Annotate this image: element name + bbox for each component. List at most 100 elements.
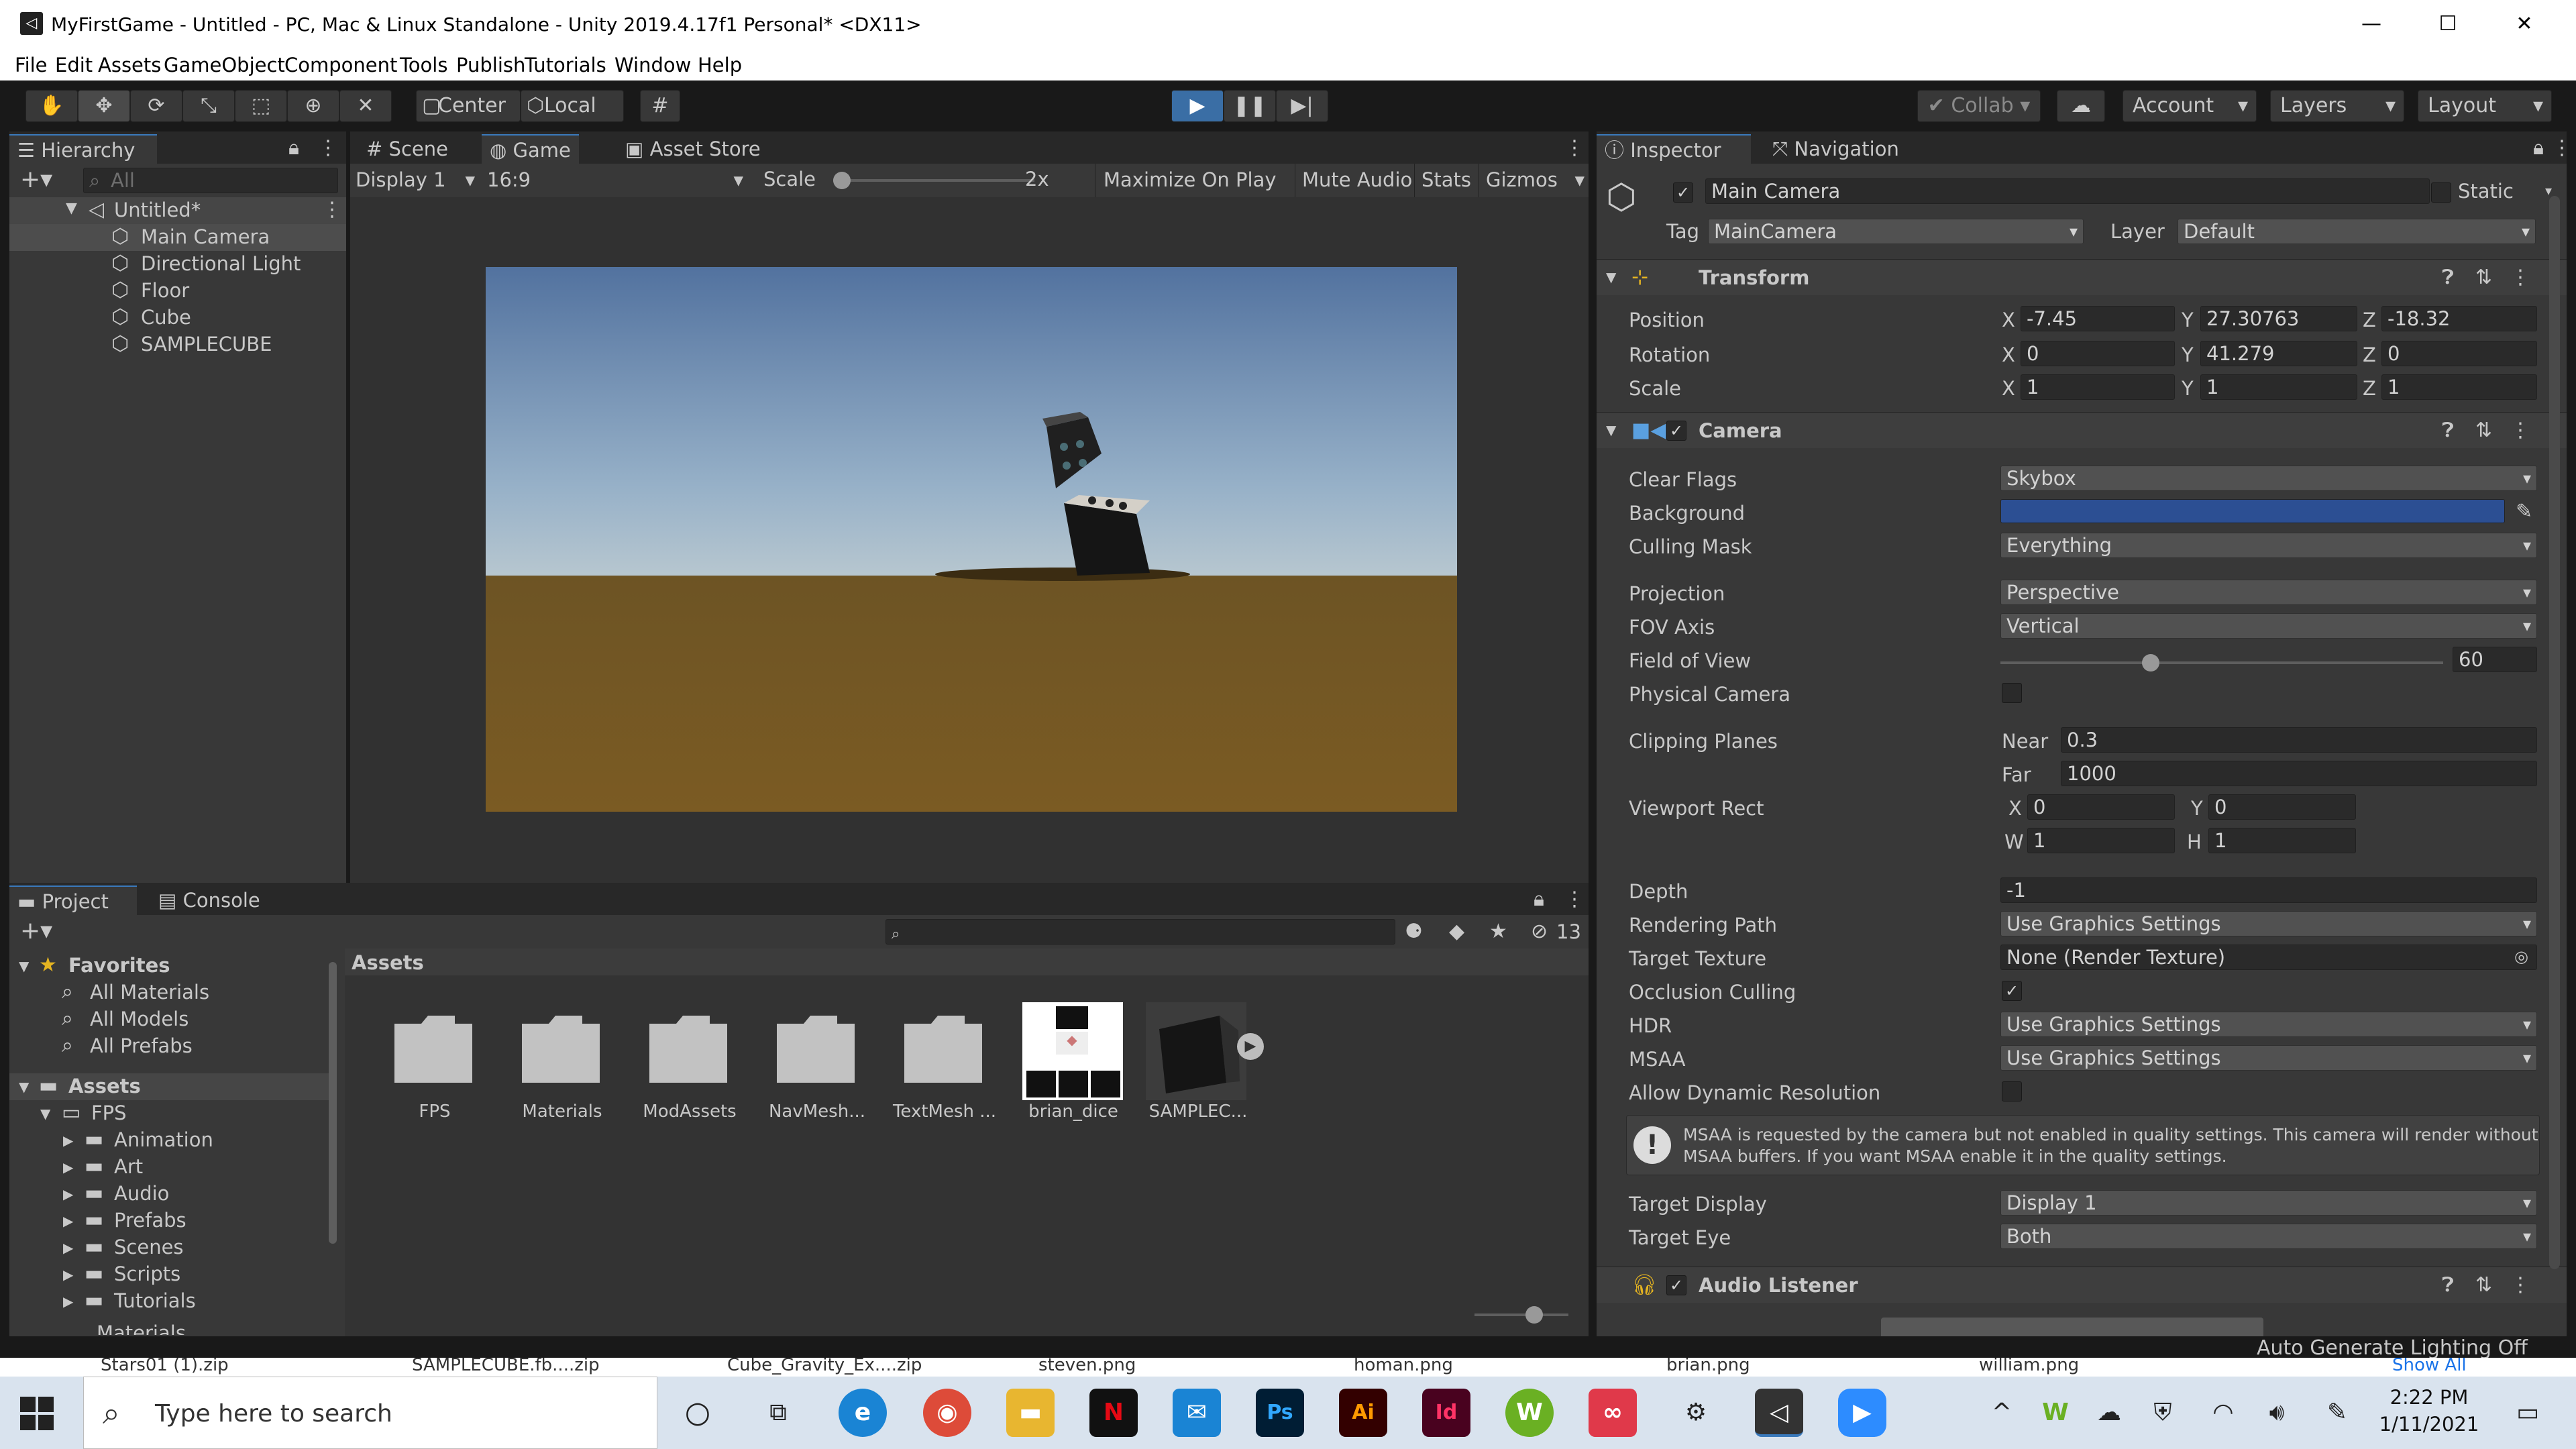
security-icon[interactable]: ⛨	[2147, 1389, 2179, 1437]
volume-icon[interactable]: 🔊︎	[2261, 1389, 2293, 1437]
edge-icon[interactable]: e	[839, 1389, 887, 1437]
far-input[interactable]: 1000	[2061, 761, 2537, 786]
menu-window[interactable]: Window	[614, 54, 691, 76]
asset-samplecube[interactable]: ▶ SAMPLEC...	[1138, 1002, 1264, 1136]
taskbar-clock[interactable]: 2:22 PM 1/11/2021	[2365, 1382, 2493, 1444]
hierarchy-item-directional-light[interactable]: ⬡ Directional Light	[9, 251, 346, 278]
display-dropdown[interactable]: Display 1 ▾	[350, 164, 482, 197]
tab-navigation[interactable]: ⤧ Navigation	[1764, 134, 1907, 164]
scene-row[interactable]: ▼ ◁ Untitled* ⋮	[9, 197, 346, 224]
grid-snap-button[interactable]: #	[640, 90, 680, 122]
menu-component[interactable]: Component	[284, 54, 397, 76]
lock-icon[interactable]: 🔒︎	[1534, 890, 1544, 910]
component-menu-icon[interactable]: ⋮	[2510, 421, 2530, 441]
icon-size-slider[interactable]	[1474, 1306, 1568, 1324]
object-name-input[interactable]: Main Camera	[1705, 178, 2430, 204]
scale-slider-handle[interactable]	[833, 172, 851, 189]
netflix-icon[interactable]: N	[1089, 1389, 1138, 1437]
favorite-all-prefabs[interactable]: All Prefabs	[90, 1034, 193, 1057]
show-all-link[interactable]: Show All	[2392, 1358, 2467, 1375]
asset-navmesh[interactable]: NavMesh...	[763, 1002, 871, 1136]
folder-materials-partial[interactable]: Materials	[97, 1322, 186, 1335]
download-item[interactable]: SAMPLECUBE.fb....zip	[412, 1358, 600, 1375]
scale-y[interactable]: 1	[2200, 374, 2357, 400]
folder-audio[interactable]: Audio	[114, 1182, 169, 1205]
close-button[interactable]: ✕	[2487, 5, 2561, 43]
menu-assets[interactable]: Assets	[98, 54, 161, 76]
preset-icon[interactable]: ⇅	[2475, 1275, 2492, 1295]
collapsed-arrow-icon[interactable]: ▶	[63, 1214, 73, 1228]
help-icon[interactable]: ❓︎	[2442, 268, 2454, 288]
rendering-path-dropdown[interactable]: Use Graphics Settings	[2000, 911, 2537, 936]
transform-header[interactable]: ▼ ⊹ Transform ❓︎ ⇅ ⋮	[1597, 259, 2567, 295]
audio-listener-checkbox[interactable]: ✓	[1666, 1275, 1686, 1295]
download-item[interactable]: steven.png	[1038, 1358, 1136, 1375]
panel-menu-icon[interactable]: ⋮	[2552, 138, 2567, 158]
viewport-y[interactable]: 0	[2208, 794, 2356, 820]
photoshop-icon[interactable]: Ps	[1256, 1389, 1304, 1437]
pause-button[interactable]: ❚❚	[1224, 90, 1276, 122]
unity-taskbar-icon[interactable]: ◁	[1755, 1389, 1803, 1437]
background-color-swatch[interactable]	[2000, 499, 2505, 523]
collapsed-arrow-icon[interactable]: ▶	[63, 1295, 73, 1308]
tab-scene[interactable]: # Scene	[358, 134, 456, 164]
create-add-icon[interactable]: +▾	[20, 168, 52, 192]
position-x[interactable]: -7.45	[2021, 306, 2175, 331]
folder-scenes[interactable]: Scenes	[114, 1236, 184, 1258]
foldout-arrow-icon[interactable]: ▼	[1606, 270, 1616, 284]
collapsed-arrow-icon[interactable]: ▶	[63, 1241, 73, 1254]
viewport-w[interactable]: 1	[2027, 828, 2175, 853]
breadcrumb-assets[interactable]: Assets	[352, 951, 424, 974]
viewport-x[interactable]: 0	[2027, 794, 2175, 820]
culling-mask-dropdown[interactable]: Everything	[2000, 533, 2537, 558]
account-dropdown[interactable]: Account ▾	[2123, 90, 2257, 122]
maximize-button[interactable]: ☐	[2411, 5, 2485, 43]
collapsed-arrow-icon[interactable]: ▶	[63, 1161, 73, 1174]
folder-prefabs[interactable]: Prefabs	[114, 1209, 186, 1232]
asset-textmesh[interactable]: TextMesh ...	[891, 1002, 998, 1136]
menu-help[interactable]: Help	[698, 54, 742, 76]
position-z[interactable]: -18.32	[2381, 306, 2537, 331]
mute-audio-button[interactable]: Mute Audio	[1295, 164, 1415, 197]
fov-axis-dropdown[interactable]: Vertical	[2000, 613, 2537, 639]
asset-materials[interactable]: Materials	[508, 1002, 616, 1136]
hdr-dropdown[interactable]: Use Graphics Settings	[2000, 1012, 2537, 1037]
collapsed-arrow-icon[interactable]: ▶	[63, 1268, 73, 1281]
transform-tool-button[interactable]: ⊕	[287, 90, 339, 122]
asset-fps[interactable]: FPS	[381, 1002, 488, 1136]
tab-console[interactable]: ▤ Console	[150, 885, 268, 915]
aspect-dropdown[interactable]: 16:9 ▾	[482, 164, 750, 197]
folder-animation[interactable]: Animation	[114, 1128, 213, 1151]
pivot-local-button[interactable]: ⬡ Local	[521, 90, 624, 122]
position-y[interactable]: 27.30763	[2200, 306, 2357, 331]
taskbar-search-box[interactable]: ⌕ Type here to search	[83, 1377, 657, 1449]
creative-cloud-icon[interactable]: ∞	[1589, 1389, 1637, 1437]
camera-enabled-checkbox[interactable]: ✓	[1666, 421, 1686, 441]
rect-tool-button[interactable]: ⬚	[235, 90, 287, 122]
asset-brian-dice[interactable]: ◆ brian_dice	[1010, 1002, 1123, 1136]
inspector-scrollbar[interactable]	[2549, 196, 2560, 1269]
pivot-center-button[interactable]: ▢ Center	[416, 90, 521, 122]
tab-inspector[interactable]: ⓘ Inspector	[1597, 134, 1751, 164]
collapsed-arrow-icon[interactable]: ▶	[63, 1134, 73, 1147]
layers-dropdown[interactable]: Layers ▾	[2270, 90, 2404, 122]
rotate-tool-button[interactable]: ⟳	[130, 90, 182, 122]
download-item[interactable]: homan.png	[1354, 1358, 1453, 1375]
component-menu-icon[interactable]: ⋮	[2510, 268, 2530, 288]
target-display-dropdown[interactable]: Display 1	[2000, 1190, 2537, 1216]
scale-slider[interactable]	[833, 172, 1034, 189]
tree-scrollbar[interactable]	[329, 962, 337, 1244]
hand-tool-button[interactable]: ✋	[25, 90, 78, 122]
cortana-icon[interactable]: ○	[674, 1389, 722, 1437]
asset-modassets[interactable]: ModAssets	[636, 1002, 743, 1136]
hierarchy-item-floor[interactable]: ⬡ Floor	[9, 278, 346, 305]
collapsed-arrow-icon[interactable]: ▶	[63, 1187, 73, 1201]
create-add-icon[interactable]: +▾	[20, 919, 52, 943]
menu-file[interactable]: File	[15, 54, 48, 76]
hierarchy-item-samplecube[interactable]: ⬡ SAMPLECUBE	[9, 331, 346, 358]
expand-arrow-icon[interactable]: ▼	[19, 1080, 29, 1093]
mail-icon[interactable]: ✉	[1173, 1389, 1221, 1437]
folder-fps[interactable]: FPS	[91, 1102, 127, 1124]
scale-x[interactable]: 1	[2021, 374, 2175, 400]
preset-icon[interactable]: ⇅	[2475, 268, 2492, 288]
